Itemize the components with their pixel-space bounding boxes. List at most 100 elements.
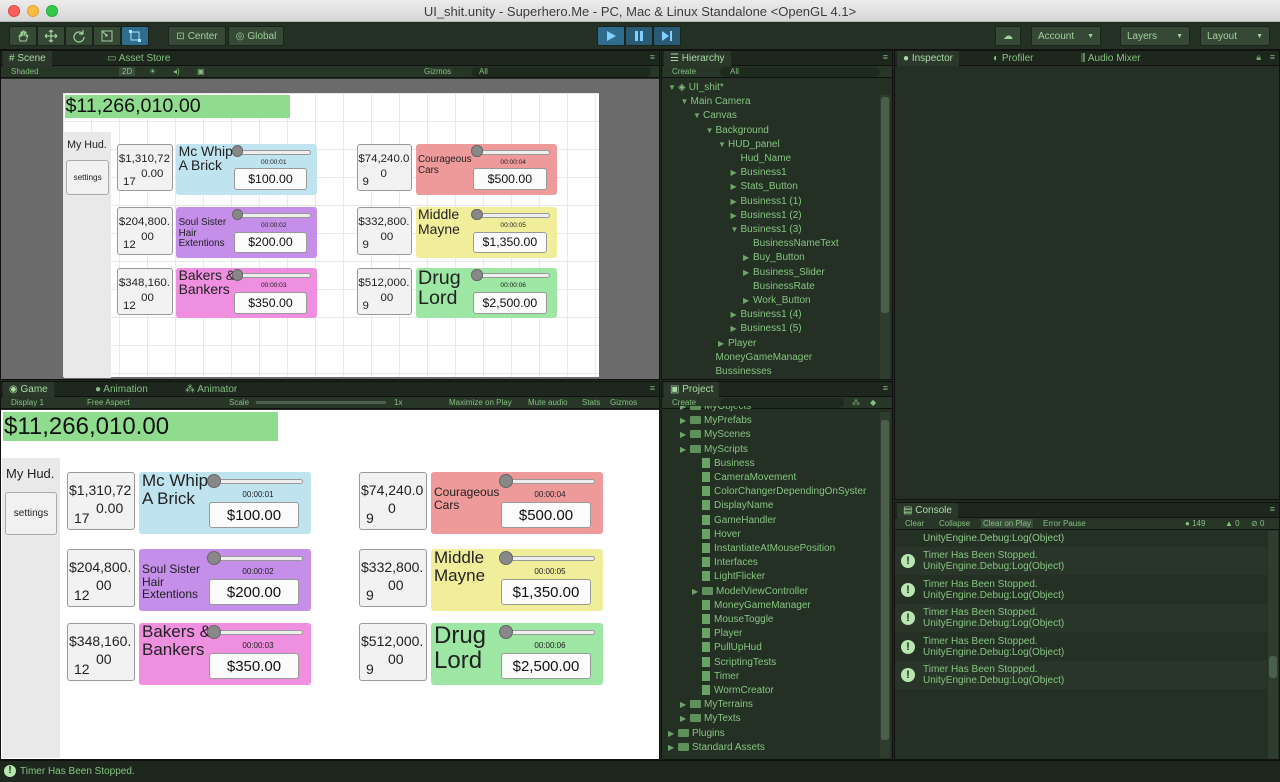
expand-right-arrow-icon[interactable]: ▶: [731, 180, 741, 194]
expand-down-arrow-icon[interactable]: ▼: [718, 138, 728, 152]
space-global-button[interactable]: ◎ Global: [228, 26, 284, 46]
buy-business-button[interactable]: $1,350.00: [501, 579, 591, 605]
shading-mode-dropdown[interactable]: Shaded: [11, 67, 39, 76]
layout-dropdown[interactable]: Layout ▼: [1200, 26, 1270, 46]
slider-handle[interactable]: [471, 208, 483, 221]
tab-audio-mixer[interactable]: ⫼ Audio Mixer: [1075, 51, 1147, 66]
expand-right-arrow-icon[interactable]: ▶: [680, 428, 690, 442]
business-card[interactable]: Courageous Cars 00:00:04 $500.00: [431, 472, 603, 534]
panel-menu-icon[interactable]: ≡: [883, 383, 888, 393]
buy-business-button[interactable]: $350.00: [209, 653, 299, 679]
console-log-entry[interactable]: ! Timer Has Been Stopped. UnityEngine.De…: [895, 661, 1267, 690]
warning-count-toggle[interactable]: ▲ 0: [1225, 519, 1240, 528]
project-item[interactable]: ▶ Plugins: [662, 727, 878, 741]
clear-on-play-toggle[interactable]: Clear on Play: [981, 519, 1034, 528]
expand-right-arrow-icon[interactable]: ▶: [668, 727, 678, 741]
expand-right-arrow-icon[interactable]: ▶: [668, 741, 678, 755]
slider-handle[interactable]: [207, 625, 221, 639]
business-progress-slider[interactable]: [236, 149, 311, 155]
buy-business-button[interactable]: $500.00: [472, 168, 547, 190]
scale-tool-button[interactable]: [93, 26, 121, 46]
buy-business-button[interactable]: $200.00: [233, 231, 308, 253]
business-progress-slider[interactable]: [505, 479, 595, 484]
expand-right-arrow-icon[interactable]: ▶: [680, 698, 690, 712]
project-item[interactable]: CameraMovement: [662, 471, 878, 485]
expand-right-arrow-icon[interactable]: ▶: [731, 195, 741, 209]
project-item[interactable]: ▶ MyObjects: [662, 406, 878, 414]
console-collapse-button[interactable]: Collapse: [939, 519, 970, 528]
project-item[interactable]: WormCreator: [662, 684, 878, 698]
scene-search-input[interactable]: All: [471, 67, 651, 77]
game-viewport[interactable]: $11,266,010.00 My Hud. settings $1,310,72 …: [1, 410, 659, 759]
business-stats-box[interactable]: $332,800. 00 9: [359, 549, 427, 607]
console-log-entry[interactable]: ! Timer Has Been Stopped. UnityEngine.De…: [895, 633, 1267, 661]
slider-handle[interactable]: [207, 551, 221, 565]
business-stats-box[interactable]: $348,160. 00 12: [117, 267, 173, 316]
tab-console[interactable]: ▤ Console: [897, 503, 958, 518]
tab-scene[interactable]: # Scene: [3, 51, 52, 66]
business-card[interactable]: Drug Lord 00:00:06 $2,500.00: [431, 623, 603, 685]
aspect-dropdown[interactable]: Free Aspect: [87, 398, 130, 407]
hierarchy-item[interactable]: ▶ Business1 (1): [662, 195, 878, 209]
hierarchy-item[interactable]: ▶ Business1 (2): [662, 209, 878, 223]
project-scroll-thumb[interactable]: [881, 420, 889, 740]
maximize-on-play-toggle[interactable]: Maximize on Play: [449, 398, 512, 407]
console-clear-button[interactable]: Clear: [905, 519, 924, 528]
hierarchy-create-dropdown[interactable]: Create: [672, 67, 696, 76]
tab-hierarchy[interactable]: ☰ Hierarchy: [664, 51, 731, 66]
business-progress-slider[interactable]: [476, 212, 551, 218]
business-progress-slider[interactable]: [213, 630, 303, 635]
panel-menu-icon[interactable]: ≡: [1270, 52, 1275, 62]
buy-business-button[interactable]: $2,500.00: [472, 292, 547, 314]
info-count-toggle[interactable]: ● 149: [1185, 519, 1205, 528]
expand-down-arrow-icon[interactable]: ▼: [668, 81, 678, 95]
hierarchy-item[interactable]: ▼ Business1 (3): [662, 223, 878, 237]
project-item[interactable]: Interfaces: [662, 556, 878, 570]
expand-right-arrow-icon[interactable]: ▶: [680, 406, 690, 414]
business-progress-slider[interactable]: [236, 212, 311, 218]
lighting-toggle-icon[interactable]: ☀: [149, 67, 156, 76]
expand-right-arrow-icon[interactable]: ▶: [743, 294, 753, 308]
rotate-tool-button[interactable]: [65, 26, 93, 46]
play-button[interactable]: [597, 26, 625, 46]
settings-button[interactable]: settings: [5, 492, 57, 535]
expand-right-arrow-icon[interactable]: ▶: [731, 166, 741, 180]
rect-tool-button[interactable]: [121, 26, 149, 46]
slider-handle[interactable]: [207, 474, 221, 488]
project-scrollbar[interactable]: [880, 412, 890, 758]
hierarchy-item[interactable]: ▼ Background: [662, 124, 878, 138]
slider-handle[interactable]: [231, 269, 244, 281]
business-stats-box[interactable]: $512,000. 00 9: [359, 623, 427, 681]
hierarchy-scrollbar[interactable]: [880, 95, 890, 379]
buy-business-button[interactable]: $1,350.00: [472, 231, 547, 253]
stats-toggle[interactable]: Stats: [582, 398, 600, 407]
project-item[interactable]: ▶ ModelViewController: [662, 585, 878, 599]
panel-menu-icon[interactable]: ≡: [883, 52, 888, 62]
console-log-entry[interactable]: ! Timer Has Been Stopped. UnityEngine.De…: [895, 604, 1267, 633]
console-log-entry[interactable]: ! Timer Has Been Stopped. UnityEngine.De…: [895, 547, 1267, 575]
settings-button[interactable]: settings: [66, 160, 109, 196]
hierarchy-item[interactable]: BusinessRate: [662, 280, 878, 294]
project-item[interactable]: ColorChangerDependingOnSyster: [662, 485, 878, 499]
project-item[interactable]: Player: [662, 627, 878, 641]
project-item[interactable]: ▶ MyPrefabs: [662, 414, 878, 428]
business-card[interactable]: Mc Whip A Brick 00:00:01 $100.00: [176, 143, 318, 195]
hierarchy-item[interactable]: ▶ Business1 (4): [662, 308, 878, 322]
business-progress-slider[interactable]: [213, 556, 303, 561]
project-item[interactable]: InstantiateAtMousePosition: [662, 542, 878, 556]
step-button[interactable]: [653, 26, 681, 46]
layers-dropdown[interactable]: Layers ▼: [1120, 26, 1190, 46]
slider-handle[interactable]: [471, 145, 483, 157]
console-scroll-thumb[interactable]: [1269, 656, 1277, 678]
tab-game[interactable]: ◉ Game: [3, 382, 54, 397]
project-item[interactable]: ▶ MyScripts: [662, 443, 878, 457]
slider-handle[interactable]: [499, 474, 513, 488]
hierarchy-item[interactable]: ▶ Business_Slider: [662, 266, 878, 280]
business-card[interactable]: Mc Whip A Brick 00:00:01 $100.00: [139, 472, 311, 534]
hierarchy-item[interactable]: ▶ Stats_Button: [662, 180, 878, 194]
hierarchy-item[interactable]: ▼ Main Camera: [662, 95, 878, 109]
error-count-toggle[interactable]: ⊘ 0: [1251, 519, 1264, 528]
tab-profiler[interactable]: ◐ Profiler: [987, 51, 1040, 66]
expand-right-arrow-icon[interactable]: ▶: [680, 443, 690, 457]
scene-gizmos-dropdown[interactable]: Gizmos: [424, 67, 451, 76]
